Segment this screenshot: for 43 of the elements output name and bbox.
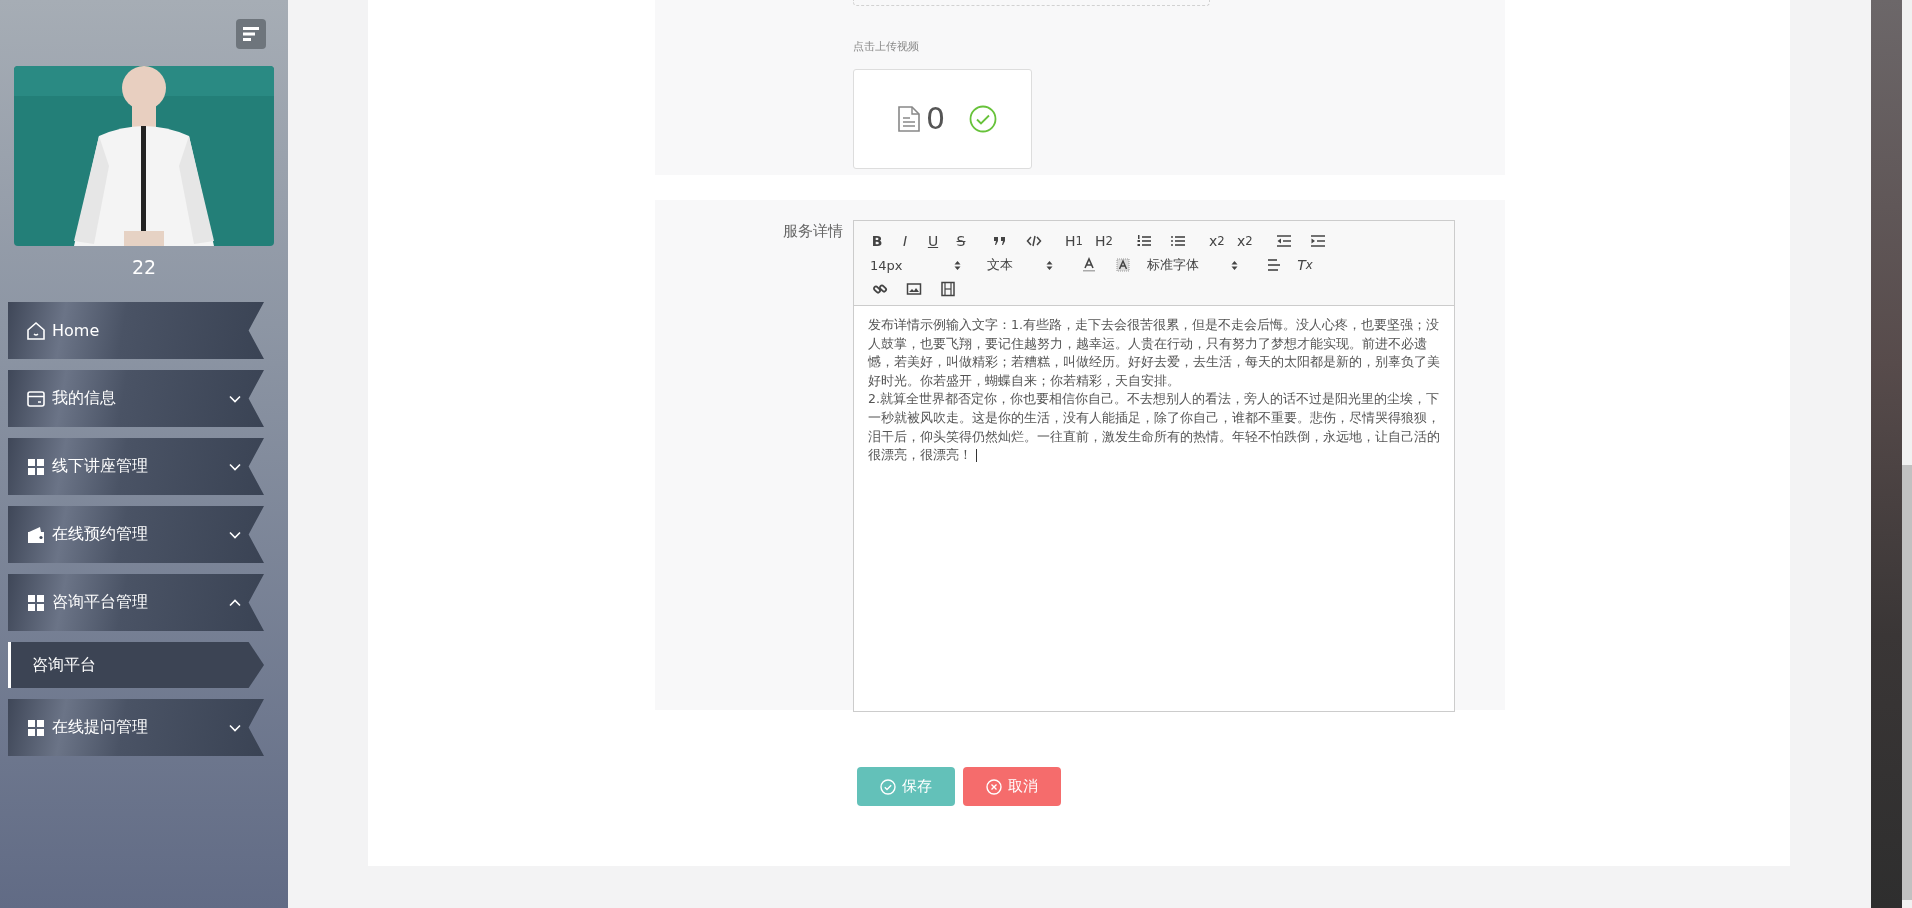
- username: 22: [131, 256, 157, 278]
- menu-item[interactable]: 在线预约管理: [8, 506, 264, 563]
- highlight-icon[interactable]: [1115, 257, 1131, 273]
- grid-icon: [26, 717, 46, 738]
- format-select[interactable]: 文本: [983, 256, 1053, 274]
- strikethrough-button[interactable]: S: [950, 231, 972, 251]
- grid-icon: [26, 592, 46, 613]
- document-icon: [898, 106, 920, 132]
- check-circle-icon: [880, 778, 896, 795]
- outdent-icon[interactable]: [1275, 233, 1292, 249]
- close-circle-icon: [986, 778, 1002, 795]
- sort-arrows-icon: [1231, 259, 1238, 271]
- bold-button[interactable]: B: [866, 231, 888, 251]
- underline-button[interactable]: U: [922, 231, 944, 251]
- menu-item[interactable]: 在线提问管理: [8, 699, 264, 756]
- film-icon[interactable]: [940, 281, 956, 297]
- menu-item[interactable]: 我的信息: [8, 370, 264, 427]
- file-count: 0: [926, 104, 946, 134]
- sort-arrows-icon: [1046, 259, 1053, 271]
- menu-item[interactable]: Home: [8, 302, 264, 359]
- menu-toggle-button[interactable]: [236, 19, 266, 49]
- format-select[interactable]: 标准字体: [1143, 256, 1238, 274]
- menu-item[interactable]: 线下讲座管理: [8, 438, 264, 495]
- grid-icon: [26, 456, 46, 477]
- text-color-icon[interactable]: [1081, 257, 1097, 273]
- home-icon: [26, 320, 46, 341]
- card-icon: [26, 388, 46, 409]
- menu-item[interactable]: 咨询平台管理: [8, 574, 264, 631]
- submenu-item[interactable]: 咨询平台: [8, 642, 264, 688]
- align-left-icon[interactable]: [1266, 257, 1282, 273]
- image-icon[interactable]: [906, 281, 922, 297]
- upload-hint: 点击上传视频: [853, 39, 919, 54]
- indent-icon[interactable]: [1309, 233, 1326, 249]
- sort-arrows-icon: [954, 259, 961, 271]
- format-select[interactable]: 14px: [866, 257, 961, 273]
- italic-button[interactable]: I: [894, 231, 916, 251]
- editor-content[interactable]: 发布详情示例输入文字：1.有些路，走下去会很苦很累，但是不走会后悔。没人心疼，也要坚强；没人鼓掌，也要飞翔，要记住越努力，越幸运。人贵在行动，只有努力了梦想才能实现。前进不必遗憾，若美好，叫做精彩；若糟糕，叫做经历。好好去爱，去生活，每天的太阳都是新的，别辜负了美好时光。你若盛开，蝴蝶自来；你若精彩，天自安排。 2.就算全世界都否定你，你也要相信你自己。不去想别人的看法，旁人的话不过是阳光里的尘埃，下一秒就被风吹走。这是你的生活，没有人能插足，除了你自己，谁都不重要。悲伤，尽情哭得狼狈，泪干后，仰头笑得仍然灿烂。一往直前，激发生命所有的热情。年轻不怕跌倒，永远地，让自己活的很漂亮，很漂亮！: [854, 306, 1454, 475]
- numbered-list-icon[interactable]: [1135, 233, 1152, 249]
- field-label: 服务详情: [782, 222, 844, 242]
- code-icon[interactable]: [1026, 233, 1042, 249]
- menu-icon: [243, 27, 259, 41]
- bullet-list-icon[interactable]: [1169, 233, 1186, 249]
- wallet-icon: [26, 524, 46, 545]
